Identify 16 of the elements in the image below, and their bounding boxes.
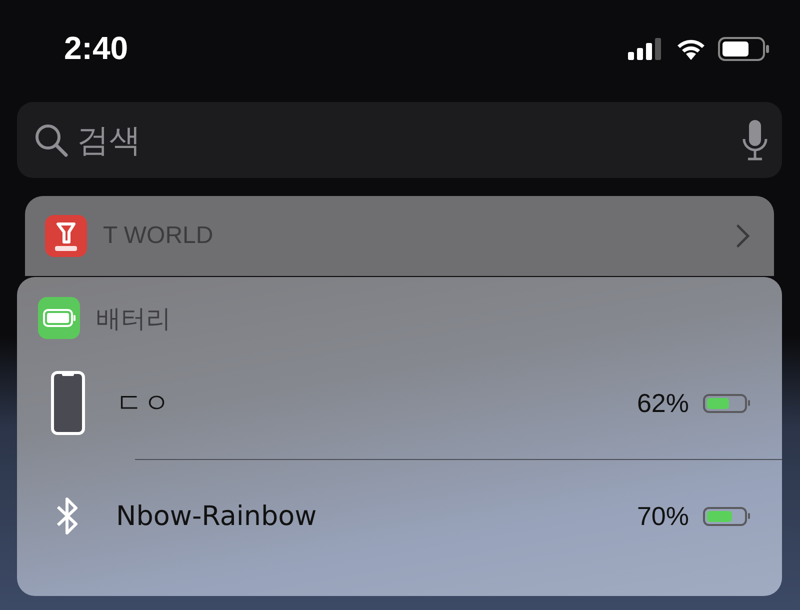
- phone-icon: [51, 371, 85, 435]
- search-input[interactable]: 검색: [77, 121, 734, 159]
- wifi-icon: [676, 38, 706, 60]
- battery-percent: 62%: [636, 388, 689, 418]
- signal-icon: [628, 38, 664, 60]
- battery-icon: [38, 297, 80, 339]
- battery-icon: [718, 37, 770, 61]
- search-bar[interactable]: 검색: [17, 102, 782, 178]
- microphone-icon[interactable]: [742, 119, 768, 161]
- clock-time: 2:40: [64, 30, 128, 67]
- search-icon: [33, 122, 69, 158]
- widget-title: 배터리: [96, 302, 171, 334]
- app-icon: [45, 215, 87, 257]
- device-name: ㄷㅇ: [116, 387, 171, 421]
- battery-percent: 70%: [636, 500, 689, 532]
- device-name: Nbow-Rainbow: [116, 500, 318, 532]
